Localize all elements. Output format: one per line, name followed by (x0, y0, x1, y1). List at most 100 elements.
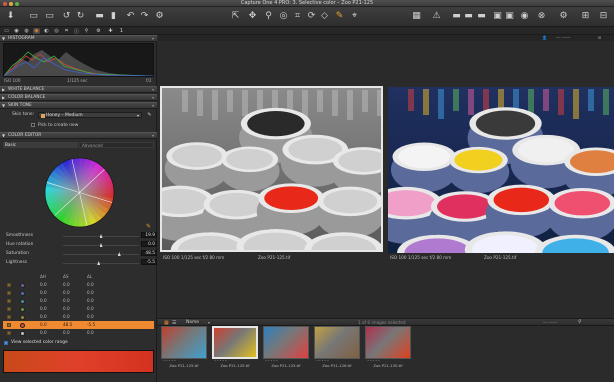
batch-tab-icon[interactable]: ⚙ (95, 28, 102, 34)
thumbnail[interactable]: ••••• Zoo P21-125.tif (212, 326, 258, 368)
slider-track[interactable] (63, 254, 139, 255)
library-tab-icon[interactable]: ▭ (3, 28, 10, 34)
slider-value-field[interactable]: 0.0 (141, 241, 157, 247)
rotate-left-icon[interactable]: ↺ (60, 10, 73, 22)
color-table-row[interactable]: 0.0 0.0 0.0 (3, 289, 154, 297)
main-toolbar: ⬇ ▭ ▭ ↺ ↻ ▬ ▮ ↶ ↷ ⚙ ⇱ ✥ ⚲ ◎ ⌗ ⟳ ◇ ✎ ⌖ ▦ … (0, 7, 614, 27)
thumbnail[interactable]: ••••• Zoo P21-125.tif (161, 326, 207, 368)
view-range-checkbox[interactable] (4, 341, 8, 345)
color-wheel[interactable] (44, 157, 115, 228)
color-table-row[interactable]: 0.0 0.0 0.0 (3, 313, 154, 321)
crop-tool-icon[interactable]: ⌗ (291, 10, 304, 22)
rotate-tool-icon[interactable]: ⟳ (305, 10, 318, 22)
row-enable-checkbox[interactable] (7, 299, 11, 303)
exposure-tab-icon[interactable]: ◐ (43, 28, 50, 34)
preferences-icon[interactable]: ⚙ (557, 10, 570, 22)
rotate-right-icon[interactable]: ↻ (74, 10, 87, 22)
pan-tool-icon[interactable]: ✥ (246, 10, 259, 22)
camera-settings-icon[interactable]: ◉ (518, 10, 531, 22)
color-editor-header[interactable]: ▼ COLOR EDITOR ▾ (0, 132, 157, 139)
color-table-row[interactable]: 0.0 0.0 0.0 (3, 281, 154, 289)
redo-icon[interactable]: ↷ (138, 10, 151, 22)
folder-b-icon[interactable]: ▬ (462, 10, 475, 22)
details-tab-icon[interactable]: ◎ (53, 28, 60, 34)
color-wheel-graphic[interactable] (44, 157, 115, 228)
lens-tab-icon[interactable]: ◍ (23, 28, 30, 34)
slider-value-field[interactable]: 19.9 (141, 232, 157, 238)
capture-icon[interactable]: ▭ (27, 10, 40, 22)
panel-options-icon[interactable]: ▾ (152, 87, 154, 93)
wrench-icon[interactable]: ✎ (146, 223, 153, 230)
thumbnail-image[interactable] (365, 326, 411, 359)
skin-tone-header[interactable]: ▼ SKIN TONE ▾ (0, 102, 157, 109)
panel-options-icon[interactable]: ▾ (152, 95, 154, 101)
loupe-tool-icon[interactable]: ◎ (277, 10, 290, 22)
row-enable-checkbox[interactable] (7, 323, 11, 327)
panel-options-icon[interactable]: ▾ (152, 133, 154, 139)
panel-options-icon[interactable]: ▾ (152, 36, 154, 42)
undo-icon[interactable]: ↶ (124, 10, 137, 22)
color-tab-icon[interactable]: ◉ (33, 28, 40, 34)
quick-tab-icon[interactable]: ✚ (107, 28, 114, 34)
row-enable-checkbox[interactable] (7, 315, 11, 319)
sort-select[interactable]: Name (186, 320, 199, 325)
tab-advanced[interactable]: Advanced (79, 142, 154, 148)
capture-tab-icon[interactable]: ◉ (13, 28, 20, 34)
tab-basic[interactable]: Basic (3, 142, 78, 148)
guide-icon[interactable]: ⊞ (579, 10, 592, 22)
folder-icon[interactable]: ▬ (93, 10, 106, 22)
folder-c-icon[interactable]: ▬ (475, 10, 488, 22)
sort-direction-icon[interactable]: ▾ (208, 320, 210, 325)
thumbnail[interactable]: ••••• Zoo P21-125.tif (263, 326, 309, 368)
viewer-image-secondary[interactable] (388, 87, 614, 253)
view-options-icon[interactable]: ⊞ (598, 35, 601, 40)
thumbnail-image[interactable] (212, 326, 258, 359)
thumbnail[interactable]: ••••• Zoo P21-126.tif (314, 326, 360, 368)
eyedropper-icon[interactable]: ✎ (146, 112, 153, 118)
zoom-slider-icon[interactable]: —◦—— (556, 35, 570, 40)
color-pick-tool-icon[interactable]: ✎ (333, 10, 346, 22)
thumbnail-image[interactable] (263, 326, 309, 359)
adjustments-tab-icon[interactable]: ⌗ (63, 28, 70, 34)
slider-track[interactable] (63, 263, 139, 264)
row-enable-checkbox[interactable] (7, 283, 11, 287)
row-enable-checkbox[interactable] (7, 291, 11, 295)
skin-tone-select[interactable]: Honey – Medium ▾ (38, 112, 142, 118)
stop-icon[interactable]: ⊗ (535, 10, 548, 22)
browser-zoom-icon[interactable]: —◦—— (543, 320, 557, 325)
slider-value-field[interactable]: -5.5 (141, 259, 157, 265)
search-icon[interactable]: ⚲ (578, 319, 582, 325)
export-b-icon[interactable]: ▣ (503, 10, 516, 22)
settings-icon[interactable]: ⚙ (153, 10, 166, 22)
metadata-tab-icon[interactable]: ⓘ (73, 28, 80, 35)
zoom-tool-icon[interactable]: ⚲ (262, 10, 275, 22)
slider-value-field[interactable]: 48.5 (141, 250, 157, 256)
trash-icon[interactable]: ▮ (107, 10, 120, 22)
output-tab-icon[interactable]: ⚲ (83, 28, 90, 34)
row-enable-checkbox[interactable] (7, 331, 11, 335)
color-table-row[interactable]: 0.0 0.0 0.0 (3, 329, 154, 337)
proof-icon[interactable]: ▦ (410, 10, 423, 22)
color-table-row[interactable]: 0.0 48.5 -5.5 (3, 321, 154, 329)
white-balance-header[interactable]: ▶ WHITE BALANCE ▾ (0, 86, 157, 93)
right-image-info: ISO 100 1/125 sec f/2 80 mm (390, 255, 452, 260)
thumbnail[interactable]: ••••• Zoo P21-130.tif (365, 326, 411, 368)
panel-options-icon[interactable]: ▾ (152, 103, 154, 109)
viewer-image-primary[interactable] (160, 86, 383, 252)
cursor-tool-icon[interactable]: ⇱ (229, 10, 242, 22)
camera-icon[interactable]: ▭ (43, 10, 56, 22)
annotate-tool-icon[interactable]: ⌖ (348, 10, 361, 22)
color-table-row[interactable]: 0.0 0.0 0.0 (3, 297, 154, 305)
import-icon[interactable]: ⬇ (4, 10, 17, 22)
pick-new-checkbox[interactable] (31, 123, 35, 127)
thumbnail-image[interactable] (161, 326, 207, 359)
row-enable-checkbox[interactable] (7, 307, 11, 311)
user-icon[interactable]: 👤 (542, 35, 547, 40)
grid-icon[interactable]: ⊟ (597, 10, 610, 22)
histogram-header[interactable]: ▼ HISTOGRAM ▾ (0, 35, 157, 42)
warning-icon[interactable]: ⚠ (430, 10, 443, 22)
color-table-row[interactable]: 0.0 0.0 0.0 (3, 305, 154, 313)
thumbnail-image[interactable] (314, 326, 360, 359)
color-balance-header[interactable]: ▶ COLOR BALANCE ▾ (0, 94, 157, 101)
keystone-tool-icon[interactable]: ◇ (318, 10, 331, 22)
